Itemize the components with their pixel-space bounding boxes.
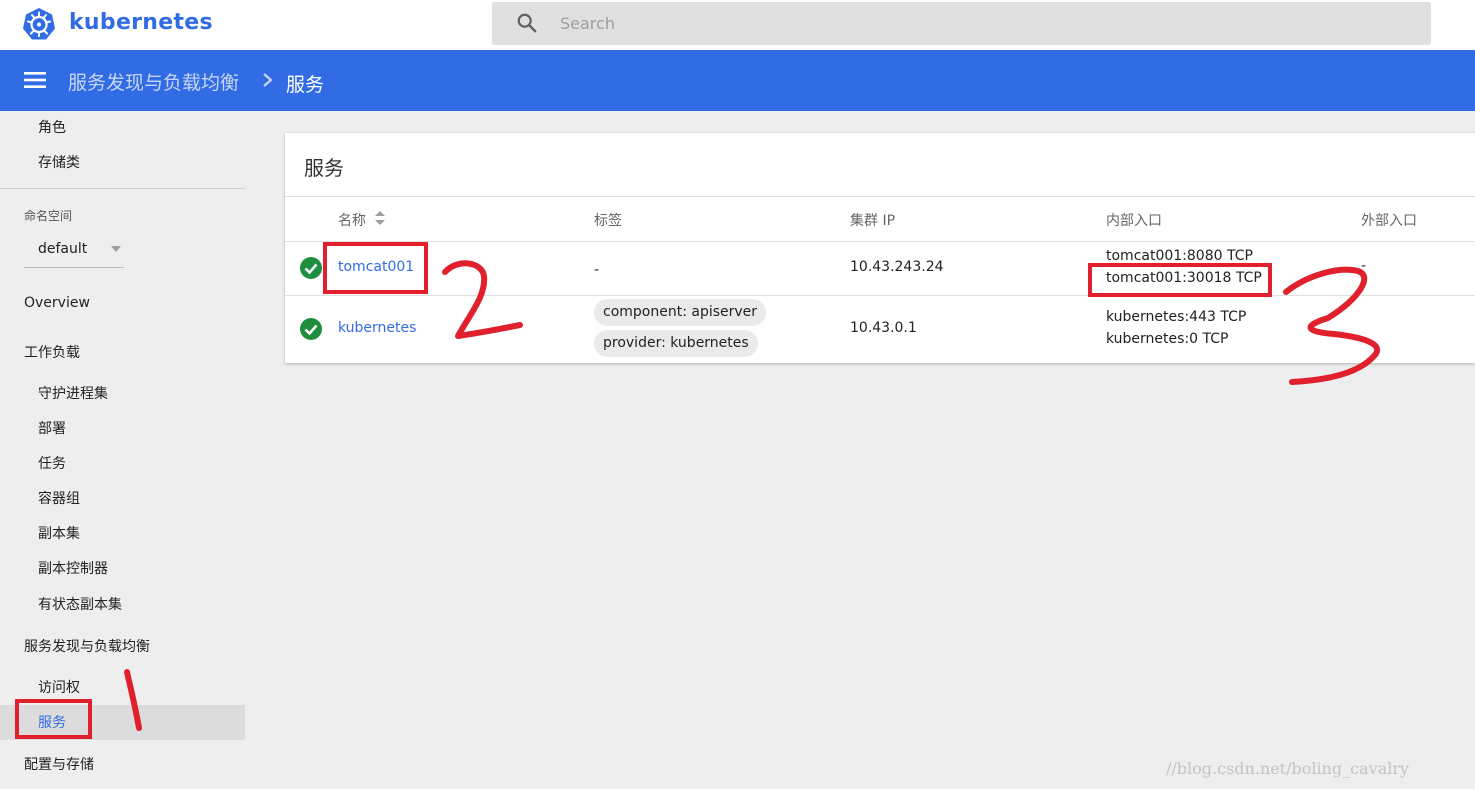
annotation-box-services-nav — [15, 699, 92, 739]
external-endpoint-cell: - — [1361, 312, 1366, 328]
namespace-label: 命名空间 — [24, 209, 73, 223]
column-header-cluster-ip: 集群 IP — [850, 213, 896, 229]
namespace-value: default — [38, 241, 88, 257]
breadcrumb-parent[interactable]: 服务发现与负载均衡 — [68, 68, 239, 95]
search-input[interactable] — [548, 3, 1408, 43]
sidebar-item-daemon-sets[interactable]: 守护进程集 — [38, 383, 108, 403]
internal-endpoint: kubernetes:0 TCP — [1106, 331, 1229, 347]
search-icon — [517, 13, 537, 33]
column-header-name[interactable]: 名称 — [338, 210, 366, 230]
row-divider — [285, 295, 1475, 296]
external-endpoint-cell: - — [1361, 258, 1367, 274]
column-header-external-endpoints: 外部入口 — [1361, 213, 1417, 229]
check-circle-icon — [300, 318, 322, 340]
labels-cell: - — [594, 262, 600, 278]
sort-icon[interactable] — [375, 211, 385, 225]
sidebar-nav: 角色 存储类 命名空间 default Overview 工作负载 守护进程集 … — [0, 111, 245, 789]
services-card: 服务 名称 标签 集群 IP 内部入口 外部入口 tomcat001 - 10.… — [285, 133, 1475, 363]
sidebar-item-jobs[interactable]: 任务 — [38, 453, 66, 473]
sidebar-section-workloads[interactable]: 工作负载 — [24, 342, 80, 362]
internal-endpoint: kubernetes:443 TCP — [1106, 309, 1247, 325]
sidebar-section-discovery[interactable]: 服务发现与负载均衡 — [24, 636, 150, 656]
annotation-box-tomcat-link — [323, 242, 428, 294]
cluster-ip-cell: 10.43.243.24 — [850, 259, 944, 275]
sidebar-section-config-storage[interactable]: 配置与存储 — [24, 754, 94, 774]
sidebar-item-roles[interactable]: 角色 — [38, 117, 66, 137]
card-title: 服务 — [304, 156, 344, 180]
column-header-internal-endpoints: 内部入口 — [1106, 213, 1162, 229]
brand-name[interactable]: kubernetes — [69, 10, 213, 35]
sidebar-item-deployments[interactable]: 部署 — [38, 418, 66, 438]
watermark-text: //blog.csdn.net/boling_cavalry — [1166, 759, 1410, 778]
sidebar-item-ingresses[interactable]: 访问权 — [38, 677, 80, 697]
page-header: 服务发现与负载均衡 服务 — [0, 50, 1475, 111]
sidebar-item-storage-classes[interactable]: 存储类 — [38, 152, 80, 172]
sidebar-item-replication-controllers[interactable]: 副本控制器 — [38, 558, 108, 578]
check-circle-icon — [300, 257, 322, 279]
label-chip: provider: kubernetes — [594, 330, 758, 357]
card-divider — [285, 196, 1475, 197]
sidebar-item-replica-sets[interactable]: 副本集 — [38, 523, 80, 543]
column-header-labels: 标签 — [594, 213, 622, 229]
sidebar-item-overview[interactable]: Overview — [24, 295, 90, 311]
annotation-box-nodeport — [1088, 263, 1272, 297]
namespace-select[interactable]: default — [24, 234, 124, 268]
cluster-ip-cell: 10.43.0.1 — [850, 320, 917, 336]
internal-endpoint: tomcat001:8080 TCP — [1106, 248, 1253, 264]
dropdown-arrow-icon — [111, 246, 121, 252]
top-bar: kubernetes — [0, 0, 1475, 50]
label-chip: component: apiserver — [594, 299, 767, 326]
breadcrumb-current: 服务 — [286, 74, 325, 96]
menu-icon[interactable] — [24, 71, 46, 89]
service-link-kubernetes[interactable]: kubernetes — [338, 320, 416, 336]
sidebar-item-stateful-sets[interactable]: 有状态副本集 — [38, 594, 122, 614]
kubernetes-logo-icon[interactable] — [22, 7, 56, 41]
sidebar-divider — [0, 188, 245, 189]
sidebar-item-pods[interactable]: 容器组 — [38, 488, 80, 508]
header-divider — [285, 241, 1475, 242]
chevron-right-icon — [263, 73, 273, 87]
